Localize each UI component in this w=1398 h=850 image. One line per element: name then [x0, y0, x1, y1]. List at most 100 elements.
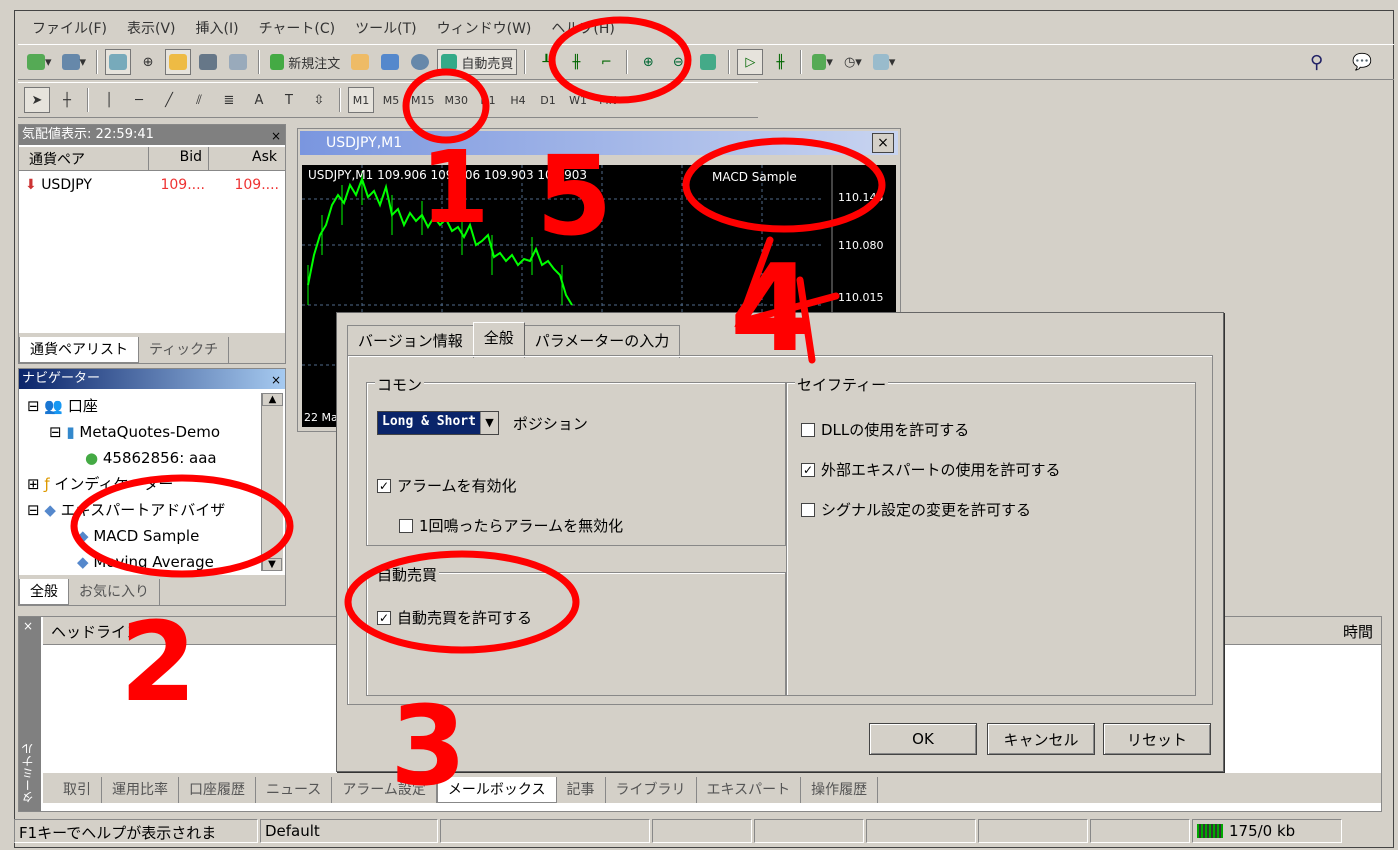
terminal-icon[interactable]: [195, 49, 221, 75]
close-icon[interactable]: ×: [872, 133, 894, 153]
crosshair-icon[interactable]: ┼: [54, 87, 80, 113]
column-bid[interactable]: Bid: [149, 147, 209, 170]
candlestick-icon[interactable]: ╫: [563, 49, 589, 75]
new-order-button[interactable]: 新規注文: [267, 49, 343, 75]
tab-alerts[interactable]: アラーム設定: [332, 777, 437, 803]
auto-trading-button[interactable]: 自動売買: [437, 49, 518, 75]
ok-button[interactable]: OK: [869, 723, 977, 755]
tab-version[interactable]: バージョン情報: [347, 325, 474, 358]
new-chart-icon[interactable]: ▾: [24, 49, 55, 75]
market-icon[interactable]: [407, 49, 433, 75]
tab-journal[interactable]: 操作履歴: [801, 777, 879, 803]
tab-symbols[interactable]: 通貨ペアリスト: [19, 337, 139, 363]
timeframe-w1[interactable]: W1: [565, 87, 591, 113]
periods-icon[interactable]: ◷▾: [840, 49, 866, 75]
horizontal-line-icon[interactable]: ─: [126, 87, 152, 113]
zoom-in-icon[interactable]: ⊕: [635, 49, 661, 75]
chevron-down-icon[interactable]: ▼: [479, 412, 498, 434]
scroll-down-icon[interactable]: ▼: [262, 558, 282, 571]
user-icon: ●: [85, 449, 99, 467]
timeframe-mn[interactable]: MN: [595, 87, 621, 113]
tab-trade[interactable]: 取引: [53, 777, 102, 803]
timeframe-d1[interactable]: D1: [535, 87, 561, 113]
line-chart-icon[interactable]: ⌐: [593, 49, 619, 75]
text-label-icon[interactable]: T: [276, 87, 302, 113]
menu-view[interactable]: 表示(V): [117, 16, 186, 42]
navigator-scrollbar[interactable]: ▲ ▼: [261, 393, 283, 571]
timeframe-m5[interactable]: M5: [378, 87, 404, 113]
auto-scroll-icon[interactable]: ▷: [737, 49, 764, 75]
tree-item-indicators[interactable]: ⊞ ƒ インディケーター: [27, 471, 259, 497]
column-headline[interactable]: ヘッドライン: [51, 621, 141, 642]
table-row[interactable]: ⬇ USDJPY 109.... 109....: [19, 175, 285, 199]
arrows-icon[interactable]: ⇳: [306, 87, 332, 113]
tab-mailbox[interactable]: メールボックス: [436, 777, 557, 803]
search-icon[interactable]: ⚲: [1310, 52, 1323, 73]
timeframe-h4[interactable]: H4: [505, 87, 531, 113]
tree-item-macd-sample[interactable]: ◆ MACD Sample: [27, 523, 259, 549]
menu-tools[interactable]: ツール(T): [345, 16, 426, 42]
tree-item-server[interactable]: ⊟ ▮ MetaQuotes-Demo: [27, 419, 259, 445]
tab-favorites[interactable]: お気に入り: [69, 579, 160, 605]
trendline-icon[interactable]: ╱: [156, 87, 182, 113]
equidistant-channel-icon[interactable]: ⫽: [186, 87, 212, 113]
column-symbol[interactable]: 通貨ペア: [19, 147, 149, 170]
text-icon[interactable]: A: [246, 87, 272, 113]
chat-icon[interactable]: 💬: [1352, 52, 1372, 71]
allow-auto-trading-checkbox[interactable]: ✓ 自動売買を許可する: [377, 607, 532, 628]
position-select[interactable]: Long & Short ▼: [377, 411, 499, 435]
market-watch-icon[interactable]: [105, 49, 132, 75]
tab-articles[interactable]: 記事: [557, 777, 606, 803]
menu-file[interactable]: ファイル(F): [22, 16, 117, 42]
tab-tick-chart[interactable]: ティックチ: [139, 337, 230, 363]
menu-window[interactable]: ウィンドウ(W): [427, 16, 542, 42]
tab-library[interactable]: ライブラリ: [606, 777, 697, 803]
navigator-icon[interactable]: [165, 49, 192, 75]
tile-windows-icon[interactable]: [695, 49, 721, 75]
scroll-up-icon[interactable]: ▲: [262, 393, 283, 406]
tab-common[interactable]: 全般: [472, 322, 525, 355]
indicators-icon[interactable]: ▾: [809, 49, 836, 75]
tab-inputs[interactable]: パラメーターの入力: [523, 325, 681, 358]
tab-history[interactable]: 口座履歴: [179, 777, 256, 803]
reset-button[interactable]: リセット: [1103, 723, 1211, 755]
timeframe-m30[interactable]: M30: [442, 87, 472, 113]
allow-external-checkbox[interactable]: ✓ 外部エキスパートの使用を許可する: [801, 459, 1061, 480]
zoom-out-icon[interactable]: ⊖: [665, 49, 691, 75]
timeframe-m15[interactable]: M15: [408, 87, 438, 113]
close-icon[interactable]: ×: [271, 370, 281, 390]
vertical-line-icon[interactable]: │: [96, 87, 122, 113]
metaeditor-icon[interactable]: [347, 49, 373, 75]
tab-news[interactable]: ニュース: [256, 777, 333, 803]
tab-exposure[interactable]: 運用比率: [102, 777, 179, 803]
enable-alerts-checkbox[interactable]: ✓ アラームを有効化: [377, 475, 517, 496]
fibonacci-icon[interactable]: ≣: [216, 87, 242, 113]
timeframe-m1[interactable]: M1: [348, 87, 374, 113]
tab-experts[interactable]: エキスパート: [697, 777, 802, 803]
tester-icon[interactable]: [225, 49, 251, 75]
data-window-icon[interactable]: ⊕: [135, 49, 161, 75]
tab-common[interactable]: 全般: [19, 579, 69, 605]
tree-item-experts[interactable]: ⊟ ◆ エキスパートアドバイザ: [27, 497, 259, 523]
menu-help[interactable]: ヘルプ(H): [541, 16, 624, 42]
templates-icon[interactable]: ▾: [870, 49, 899, 75]
disable-after-first-checkbox[interactable]: 1回鳴ったらアラームを無効化: [399, 515, 623, 536]
column-time[interactable]: 時間: [1343, 621, 1373, 642]
close-icon[interactable]: ×: [271, 126, 281, 146]
bar-chart-icon[interactable]: ┸: [533, 49, 559, 75]
cancel-button[interactable]: キャンセル: [987, 723, 1095, 755]
allow-dll-checkbox[interactable]: DLLの使用を許可する: [801, 419, 969, 440]
cursor-icon[interactable]: ➤: [24, 87, 50, 113]
tree-item-account[interactable]: ● 45862856: aaa: [27, 445, 259, 471]
close-icon[interactable]: ×: [23, 619, 33, 633]
tree-item-accounts[interactable]: ⊟ 👥 口座: [27, 393, 259, 419]
signals-icon[interactable]: [377, 49, 403, 75]
menu-chart[interactable]: チャート(C): [249, 16, 346, 42]
column-ask[interactable]: Ask: [209, 147, 283, 170]
allow-signal-checkbox[interactable]: シグナル設定の変更を許可する: [801, 499, 1031, 520]
profiles-icon[interactable]: ▾: [59, 49, 90, 75]
chart-shift-icon[interactable]: ╫: [767, 49, 793, 75]
timeframe-h1[interactable]: H1: [475, 87, 501, 113]
tree-item-moving-average[interactable]: ◆ Moving Average: [27, 549, 259, 575]
menu-insert[interactable]: 挿入(I): [186, 16, 249, 42]
